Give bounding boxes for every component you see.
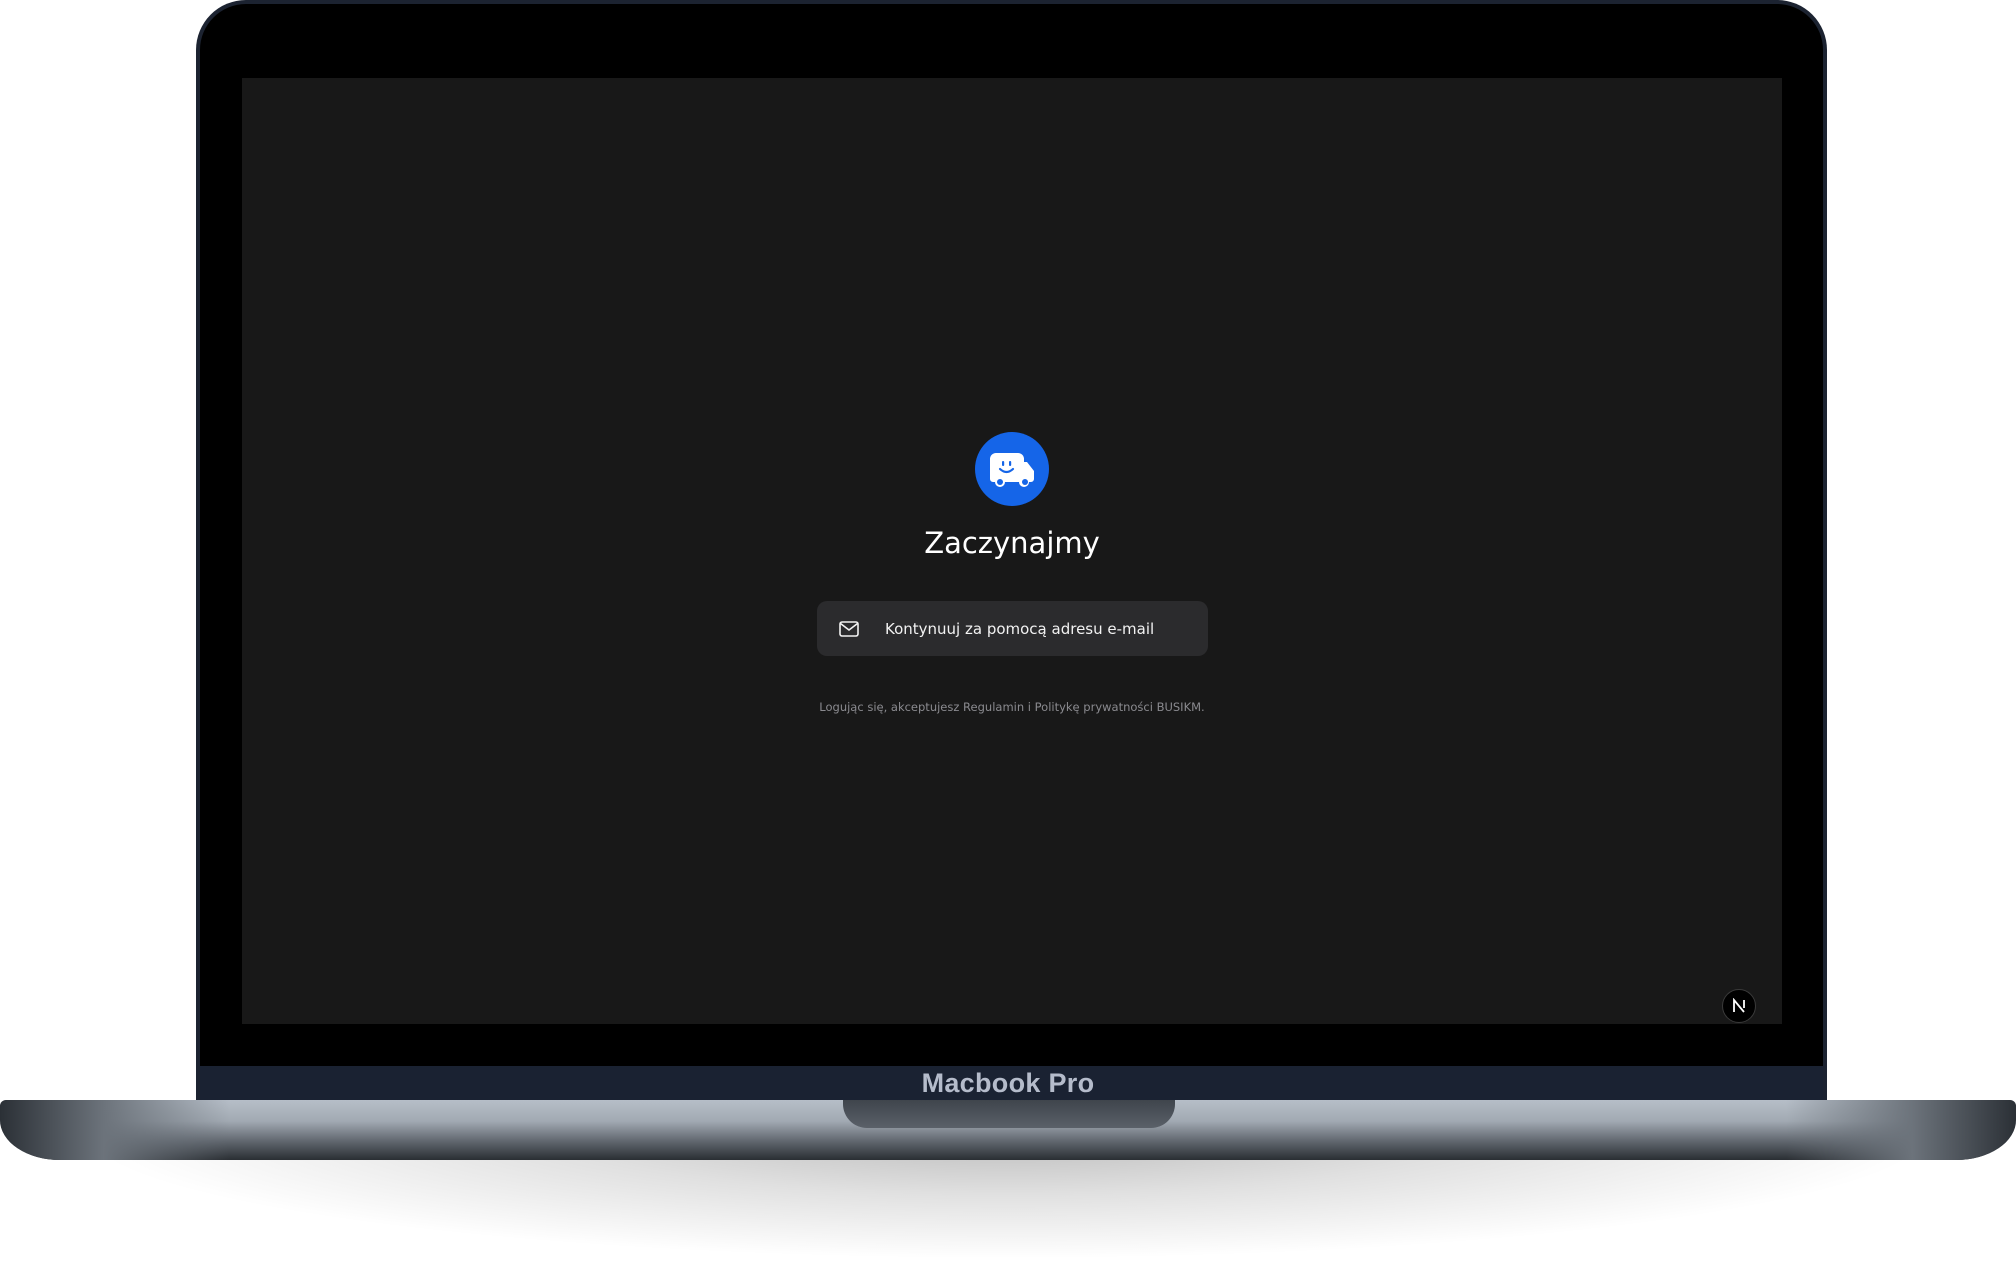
continue-with-email-button[interactable]: Kontynuuj za pomocą adresu e-mail [817, 601, 1208, 656]
laptop-lid: Zaczynajmy Kontynuuj za pomocą adresu e-… [196, 0, 1827, 1110]
smiling-van-icon [975, 432, 1049, 506]
laptop-base-notch [843, 1100, 1175, 1128]
envelope-icon [839, 620, 859, 637]
next-logo-icon[interactable] [1722, 989, 1756, 1023]
page-title: Zaczynajmy [924, 526, 1100, 560]
device-label: Macbook Pro [921, 1068, 1095, 1098]
laptop-base-right-edge [1786, 1100, 2016, 1160]
screen-bezel: Zaczynajmy Kontynuuj za pomocą adresu e-… [200, 4, 1823, 1110]
terms-notice: Logując się, akceptujesz Regulamin i Pol… [819, 700, 1205, 714]
app-screen: Zaczynajmy Kontynuuj za pomocą adresu e-… [242, 78, 1782, 1024]
continue-with-email-label: Kontynuuj za pomocą adresu e-mail [885, 619, 1155, 638]
laptop-base-left-edge [0, 1100, 230, 1160]
